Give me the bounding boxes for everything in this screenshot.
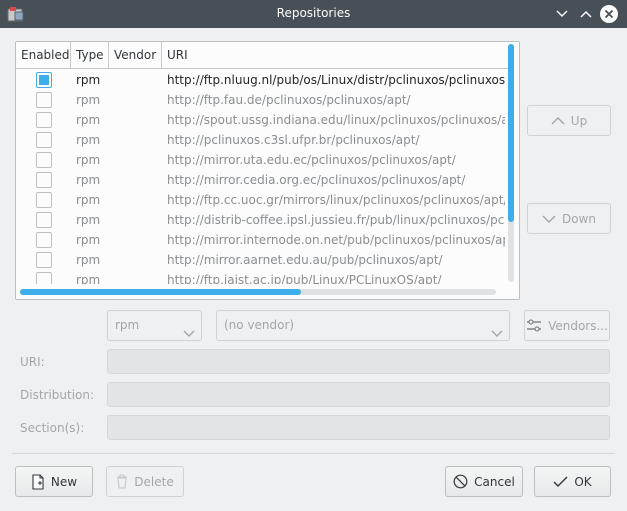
ok-button[interactable]: OK (534, 466, 611, 497)
header-vendor[interactable]: Vendor (109, 42, 162, 69)
sections-label: Section(s): (20, 421, 85, 435)
chevron-down-icon (491, 320, 503, 349)
repository-table[interactable]: Enabled Type Vendor URI rpm http://ftp.nl… (15, 41, 520, 300)
cancel-button[interactable]: Cancel (445, 466, 523, 497)
delete-button-label: Delete (134, 474, 174, 489)
row-uri: http://spout.ussg.indiana.edu/linux/pcli… (167, 113, 505, 127)
down-button[interactable]: Down (527, 203, 611, 234)
uri-field[interactable] (107, 349, 610, 374)
row-uri: http://mirror.uta.edu.ec/pclinuxos/pclin… (167, 153, 456, 167)
row-type: rpm (76, 213, 101, 227)
enabled-checkbox[interactable] (36, 152, 52, 168)
cancel-button-label: Cancel (474, 474, 515, 489)
header-enabled[interactable]: Enabled (16, 42, 71, 69)
title-bar: Repositories (0, 0, 627, 28)
type-combo[interactable]: rpm (107, 310, 202, 341)
enabled-checkbox[interactable] (36, 192, 52, 208)
table-row[interactable]: rpm http://ftp.nluug.nl/pub/os/Linux/dist… (16, 70, 508, 90)
ok-button-label: OK (574, 474, 592, 489)
enabled-checkbox[interactable] (36, 252, 52, 268)
enabled-checkbox[interactable] (36, 72, 52, 88)
row-uri: http://ftp.jaist.ac.jp/pub/Linux/PCLinux… (167, 273, 442, 284)
row-type: rpm (76, 193, 101, 207)
vendors-button-label: Vendors... (548, 318, 608, 333)
vendor-combo[interactable]: (no vendor) (216, 310, 510, 341)
row-type: rpm (76, 273, 101, 284)
row-type: rpm (76, 93, 101, 107)
up-button[interactable]: Up (527, 105, 611, 136)
enabled-checkbox[interactable] (36, 112, 52, 128)
minimize-button[interactable] (552, 4, 572, 24)
distribution-label: Distribution: (20, 388, 95, 402)
row-uri: http://mirror.internode.on.net/pub/pclin… (167, 233, 505, 247)
vendors-button[interactable]: Vendors... (524, 310, 610, 341)
table-row[interactable]: rpm http://pclinuxos.c3sl.ufpr.br/pclinux… (16, 130, 508, 150)
sections-field[interactable] (107, 415, 610, 440)
row-uri: http://pclinuxos.c3sl.ufpr.br/pclinuxos/… (167, 133, 420, 147)
table-row[interactable]: rpm http://mirror.internode.on.net/pub/pc… (16, 230, 508, 250)
chevron-down-icon (183, 320, 195, 349)
table-row[interactable]: rpm http://ftp.fau.de/pclinuxos/pclinuxos… (16, 90, 508, 110)
horizontal-scrollbar-thumb[interactable] (20, 289, 301, 295)
row-type: rpm (76, 173, 101, 187)
row-type: rpm (76, 133, 101, 147)
header-uri[interactable]: URI (162, 42, 508, 69)
uri-label: URI: (20, 355, 45, 369)
row-type: rpm (76, 73, 101, 87)
table-row[interactable]: rpm http://mirror.aarnet.edu.au/pub/pclin… (16, 250, 508, 270)
table-row[interactable]: rpm http://ftp.jaist.ac.jp/pub/Linux/PCLi… (16, 270, 508, 284)
vertical-scrollbar-thumb[interactable] (508, 44, 514, 222)
delete-button[interactable]: Delete (106, 466, 184, 497)
row-uri: http://ftp.nluug.nl/pub/os/Linux/distr/p… (167, 73, 505, 87)
enabled-checkbox[interactable] (36, 232, 52, 248)
table-row[interactable]: rpm http://ftp.cc.uoc.gr/mirrors/linux/pc… (16, 190, 508, 210)
enabled-checkbox[interactable] (36, 172, 52, 188)
row-type: rpm (76, 253, 101, 267)
close-button[interactable] (599, 4, 619, 24)
vendor-combo-value: (no vendor) (224, 318, 295, 332)
footer-divider (12, 453, 615, 454)
header-type[interactable]: Type (71, 42, 109, 69)
up-button-label: Up (570, 113, 588, 128)
enabled-checkbox[interactable] (36, 92, 52, 108)
enabled-checkbox[interactable] (36, 132, 52, 148)
table-body: rpm http://ftp.nluug.nl/pub/os/Linux/dist… (16, 70, 508, 284)
settings-sliders-icon (526, 319, 542, 333)
row-type: rpm (76, 233, 101, 247)
window-title: Repositories (276, 6, 351, 20)
table-row[interactable]: rpm http://distrib-coffee.ipsl.jussieu.fr… (16, 210, 508, 230)
trash-icon (116, 474, 128, 489)
cancel-icon (453, 474, 468, 489)
table-row[interactable]: rpm http://mirror.uta.edu.ec/pclinuxos/pc… (16, 150, 508, 170)
new-document-icon (31, 473, 45, 490)
distribution-field[interactable] (107, 382, 610, 407)
type-combo-value: rpm (115, 318, 140, 332)
table-row[interactable]: rpm http://spout.ussg.indiana.edu/linux/p… (16, 110, 508, 130)
row-type: rpm (76, 153, 101, 167)
row-uri: http://ftp.cc.uoc.gr/mirrors/linux/pclin… (167, 193, 505, 207)
table-header: Enabled Type Vendor URI (16, 42, 508, 69)
maximize-button[interactable] (576, 4, 596, 24)
checkmark-icon (553, 476, 568, 488)
arrow-down-icon (542, 214, 556, 224)
arrow-up-icon (551, 116, 565, 126)
new-button-label: New (50, 474, 78, 489)
row-type: rpm (76, 113, 101, 127)
table-row[interactable]: rpm http://mirror.cedia.org.ec/pclinuxos/… (16, 170, 508, 190)
new-button[interactable]: New (15, 466, 93, 497)
row-uri: http://distrib-coffee.ipsl.jussieu.fr/pu… (167, 213, 505, 227)
enabled-checkbox[interactable] (36, 212, 52, 228)
row-uri: http://mirror.cedia.org.ec/pclinuxos/pcl… (167, 173, 466, 187)
row-uri: http://ftp.fau.de/pclinuxos/pclinuxos/ap… (167, 93, 411, 107)
down-button-label: Down (561, 211, 596, 226)
row-uri: http://mirror.aarnet.edu.au/pub/pclinuxo… (167, 253, 443, 267)
enabled-checkbox[interactable] (36, 272, 52, 284)
